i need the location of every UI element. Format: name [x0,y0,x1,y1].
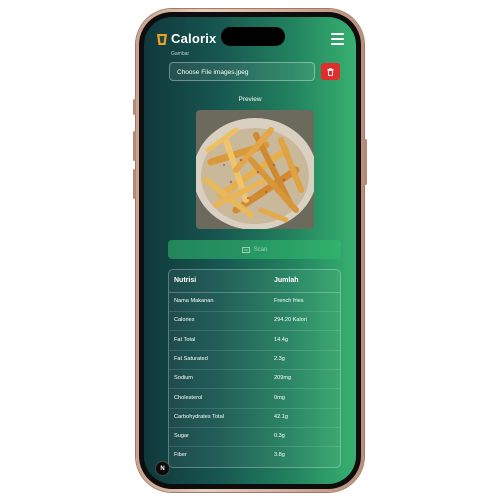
nutrient-value: 42.1g [274,413,288,420]
delete-image-button[interactable] [321,63,340,80]
nutrient-value: 0mg [274,394,285,401]
nutrition-table: Nutrisi Jumlah Nama Makanan French fries C… [168,269,341,468]
table-header: Nutrisi Jumlah [169,270,340,293]
volume-up-button [133,131,136,161]
scan-icon [241,246,250,253]
nutrient-name: Sugar [174,433,189,440]
nutrient-name: Carbohydrates Total [174,413,224,420]
nutrient-name: Fat Saturated [174,355,208,362]
preview-label: Preview [238,96,262,103]
table-row: Cholesterol 0mg [169,389,340,409]
file-input[interactable]: Choose File images.jpeg [169,62,315,81]
nutrient-name: Fat Total [174,336,196,343]
table-row: Fat Total 14.4g [169,331,340,351]
scan-label: Scan [253,246,268,253]
nutrient-value: French fries [274,298,304,304]
mute-switch [133,99,136,115]
nutrient-name: Sodium [174,375,193,382]
french-fries-photo [196,110,314,229]
brand-logo[interactable]: Calorix [155,31,216,46]
file-input-text: Choose File images.jpeg [177,69,249,76]
user-avatar[interactable]: N [155,461,170,476]
avatar-initial: N [160,465,165,472]
nutrient-name: Fiber [174,452,187,459]
nutrient-value: 2.3g [274,355,285,362]
nutrient-name: Cholesterol [174,394,203,401]
power-button [364,139,367,185]
table-row: Nama Makanan French fries [169,292,340,312]
nutrient-value: 209mg [274,375,292,382]
nutrient-value: 14.4g [274,336,288,343]
hamburger-menu-icon[interactable] [331,33,344,45]
nutrient-value: 3.8g [274,452,285,459]
phone-bezel: Calorix Gambar Choose File images.jpeg P… [139,12,361,489]
app-screen: Calorix Gambar Choose File images.jpeg P… [144,17,356,484]
nutrient-name: Nama Makanan [174,298,214,304]
dynamic-island [221,27,285,46]
nutrient-name: Calories [174,317,195,324]
nutrient-value: 0.3g [274,433,285,440]
cup-icon [157,33,167,45]
column-header-jumlah: Jumlah [274,277,299,284]
volume-down-button [133,169,136,199]
brand-name: Calorix [171,31,217,46]
column-header-nutrisi: Nutrisi [174,277,197,284]
upload-label: Gambar [171,51,190,57]
table-row: Calories 294.20 Kalori [169,311,340,332]
table-row: Carbohydrates Total 42.1g [169,408,340,428]
scan-button[interactable]: Scan [168,240,341,259]
table-row: Sodium 209mg [169,369,340,390]
phone-frame: Calorix Gambar Choose File images.jpeg P… [133,9,367,492]
table-row: Fiber 3.8g [169,446,340,465]
trash-icon [327,67,334,76]
table-row: Fat Saturated 2.3g [169,350,340,370]
table-row: Sugar 0.3g [169,427,340,448]
nutrient-value: 294.20 Kalori [274,317,307,324]
